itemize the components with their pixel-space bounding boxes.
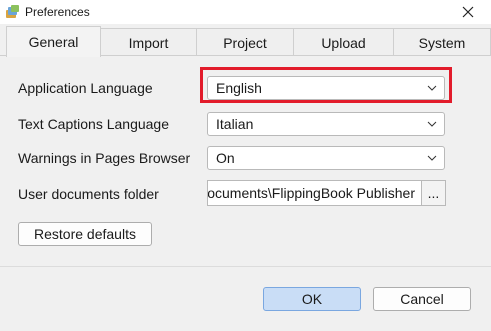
title-bar: Preferences bbox=[0, 0, 491, 24]
captions-language-select[interactable]: Italian bbox=[207, 112, 445, 136]
warnings-label: Warnings in Pages Browser bbox=[18, 150, 191, 166]
chevron-down-icon bbox=[420, 121, 444, 127]
chevron-down-icon bbox=[420, 155, 444, 161]
user-folder-input[interactable]: ocuments\FlippingBook Publisher bbox=[207, 180, 421, 206]
tab-project[interactable]: Project bbox=[196, 28, 294, 56]
app-language-select[interactable]: English bbox=[207, 76, 445, 100]
cancel-button[interactable]: Cancel bbox=[373, 287, 471, 311]
app-language-value: English bbox=[216, 80, 262, 96]
browse-button[interactable]: ... bbox=[421, 180, 446, 206]
close-button[interactable] bbox=[451, 0, 485, 24]
close-icon bbox=[462, 6, 474, 18]
captions-language-label: Text Captions Language bbox=[18, 116, 169, 132]
tab-strip: General Import Project Upload System bbox=[0, 24, 491, 57]
app-icon bbox=[6, 5, 19, 18]
tab-import[interactable]: Import bbox=[100, 28, 197, 56]
user-folder-label: User documents folder bbox=[18, 186, 159, 202]
footer-divider bbox=[0, 266, 491, 267]
restore-defaults-button[interactable]: Restore defaults bbox=[18, 222, 152, 246]
captions-language-value: Italian bbox=[216, 116, 254, 132]
warnings-select[interactable]: On bbox=[207, 146, 445, 170]
user-folder-value: ocuments\FlippingBook Publisher bbox=[207, 185, 415, 201]
tab-system[interactable]: System bbox=[393, 28, 491, 56]
app-language-label: Application Language bbox=[18, 80, 153, 96]
tab-upload[interactable]: Upload bbox=[293, 28, 394, 56]
ok-button[interactable]: OK bbox=[263, 287, 361, 311]
warnings-value: On bbox=[216, 150, 235, 166]
tab-general[interactable]: General bbox=[6, 26, 101, 57]
window-title: Preferences bbox=[25, 5, 90, 19]
chevron-down-icon bbox=[420, 85, 444, 91]
